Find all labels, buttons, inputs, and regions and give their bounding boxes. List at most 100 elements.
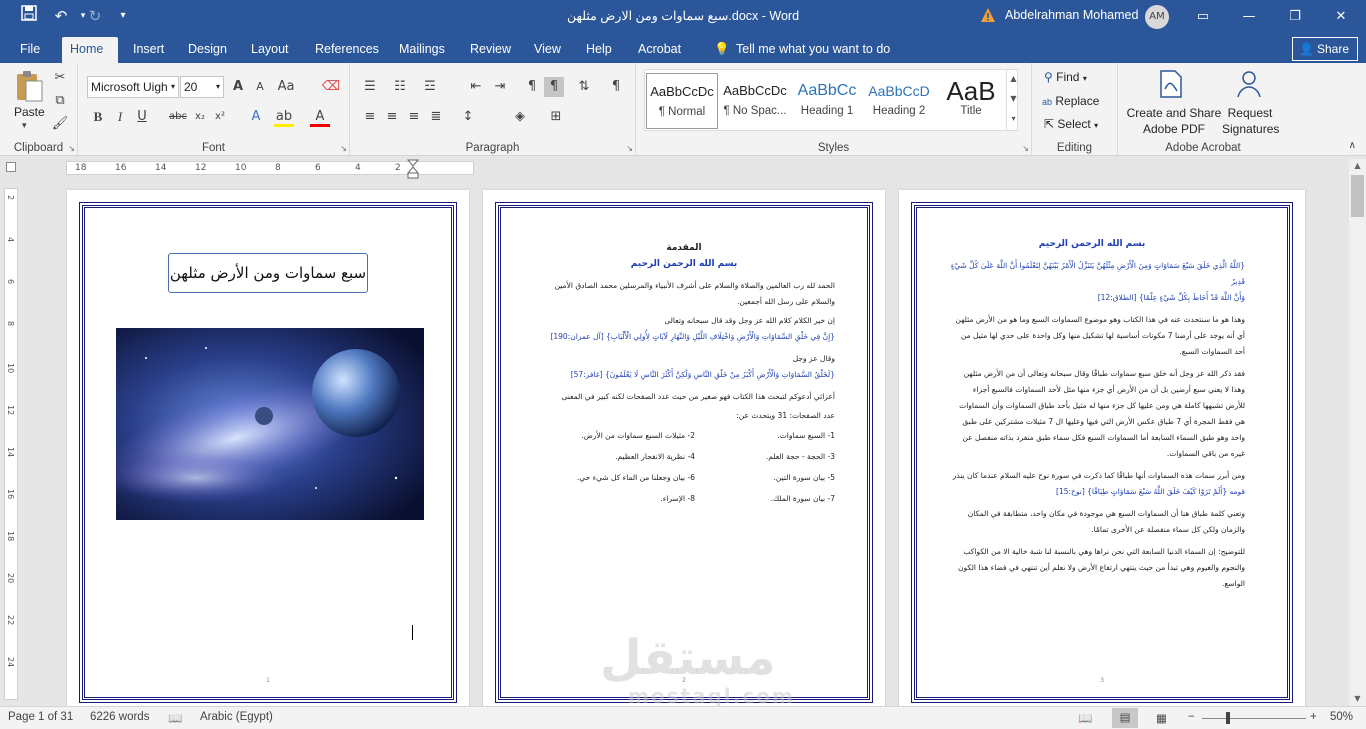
grow-font-icon[interactable]: A (228, 77, 248, 97)
bold-icon[interactable]: B (88, 107, 108, 127)
request-signatures-button[interactable]: Request Signatures (1222, 105, 1279, 137)
text-effects-icon[interactable]: A (246, 107, 266, 127)
style-normal[interactable]: AaBbCcDc ¶ Normal (646, 73, 718, 129)
find-button[interactable]: ⚲ Find ▾ (1044, 70, 1087, 84)
tab-design[interactable]: Design (180, 37, 235, 63)
zoom-slider-handle[interactable] (1226, 712, 1230, 724)
subscript-icon[interactable]: x₂ (190, 107, 210, 127)
paste-dropdown-icon[interactable]: ▾ (22, 121, 27, 131)
minimize-icon[interactable]: — (1226, 0, 1272, 33)
replace-button[interactable]: ab Replace (1042, 94, 1099, 108)
superscript-icon[interactable]: x² (210, 107, 230, 127)
indent-marker-icon[interactable] (407, 159, 419, 179)
tell-me-search[interactable]: Tell me what you want to do (728, 37, 898, 63)
avatar[interactable]: AM (1145, 5, 1169, 29)
format-painter-icon[interactable]: 🖌 (50, 114, 70, 134)
basmala: بسم الله الرحمن الرحيم (630, 259, 738, 269)
strikethrough-icon[interactable]: abc (168, 107, 188, 127)
copy-icon[interactable]: ⧉ (50, 91, 70, 111)
tab-insert[interactable]: Insert (125, 37, 172, 63)
select-button[interactable]: ⇱ Select ▾ (1044, 117, 1098, 131)
italic-icon[interactable]: I (110, 107, 130, 127)
paragraph: والسلام على رسل الله أجمعين. (736, 297, 835, 306)
change-case-icon[interactable]: Aa (276, 77, 296, 97)
vertical-scrollbar[interactable]: ▲ ▼ (1349, 159, 1366, 706)
increase-indent-icon[interactable]: ⇥ (490, 77, 510, 97)
restore-icon[interactable]: ❐ (1272, 0, 1318, 33)
language[interactable]: Arabic (Egypt) (200, 711, 273, 723)
font-size-combo[interactable]: 20 ▾ (180, 76, 224, 98)
share-button[interactable]: 👤 Share (1292, 37, 1358, 61)
close-icon[interactable]: ✕ (1318, 0, 1364, 33)
zoom-level[interactable]: 50% (1330, 711, 1353, 723)
word-count[interactable]: 6226 words (90, 711, 149, 723)
font-launcher-icon[interactable]: ↘ (340, 144, 347, 153)
zoom-out-icon[interactable]: − (1188, 711, 1195, 723)
scroll-thumb[interactable] (1351, 175, 1364, 217)
decrease-indent-icon[interactable]: ⇤ (466, 77, 486, 97)
tab-references[interactable]: References (307, 37, 387, 63)
numbering-icon[interactable]: ☷ (390, 77, 410, 97)
warning-icon[interactable] (980, 7, 996, 23)
paragraph-launcher-icon[interactable]: ↘ (626, 144, 633, 153)
scroll-up-icon[interactable]: ▲ (1349, 159, 1366, 173)
create-pdf-button[interactable]: Create and Share Adobe PDF (1124, 105, 1224, 137)
style-no-spacing[interactable]: AaBbCcDc ¶ No Spac... (719, 73, 791, 129)
style-title[interactable]: AaB Title (935, 73, 1007, 129)
ltr-icon[interactable]: ¶ (522, 77, 542, 97)
paste-button[interactable]: Paste (14, 105, 45, 119)
sort-icon[interactable]: ⇅ (574, 77, 594, 97)
paste-icon[interactable] (12, 69, 46, 103)
line-spacing-icon[interactable]: ↕ (458, 107, 478, 127)
print-layout-icon[interactable]: ▤ (1112, 708, 1138, 728)
styles-scroll[interactable]: ▲ ▼ ▾ (1006, 69, 1020, 131)
styles-launcher-icon[interactable]: ↘ (1022, 144, 1029, 153)
style-heading-2[interactable]: AaBbCcD Heading 2 (863, 73, 935, 129)
style-sample: AaBbCc (797, 82, 857, 99)
clipboard-launcher-icon[interactable]: ↘ (68, 144, 75, 153)
font-name-combo[interactable]: Microsoft Uigh ▾ (87, 76, 179, 98)
ribbon-display-options-icon[interactable]: ▭ (1180, 0, 1226, 33)
tab-selector-icon[interactable] (6, 162, 16, 172)
rtl-icon[interactable]: ¶ (544, 77, 564, 97)
horizontal-ruler[interactable]: 18 16 14 12 10 8 6 4 2 (66, 159, 474, 179)
page-title[interactable]: سبع سماوات ومن الأرض مثلهن (168, 253, 368, 293)
clear-formatting-icon[interactable]: ⌫ (321, 77, 341, 97)
tab-acrobat[interactable]: Acrobat (630, 37, 689, 63)
align-center-icon[interactable]: ≡ (382, 107, 402, 127)
shading-icon[interactable]: ◈ (510, 107, 530, 127)
tab-file[interactable]: File (12, 37, 48, 63)
collapse-ribbon-icon[interactable]: ∧ (1349, 140, 1356, 151)
bullets-icon[interactable]: ☰ (360, 77, 380, 97)
proofing-icon[interactable]: 📖 (168, 711, 182, 725)
zoom-in-icon[interactable]: + (1310, 711, 1317, 723)
read-mode-icon[interactable]: 📖 (1078, 711, 1092, 725)
tab-review[interactable]: Review (462, 37, 519, 63)
multilevel-list-icon[interactable]: ☲ (420, 77, 440, 97)
tab-mailings[interactable]: Mailings (391, 37, 453, 63)
cut-icon[interactable]: ✂ (50, 68, 70, 88)
highlight-icon[interactable]: ab (274, 107, 294, 127)
align-left-icon[interactable]: ≡ (360, 107, 380, 127)
borders-icon[interactable]: ⊞ (546, 107, 566, 127)
align-right-icon[interactable]: ≡ (404, 107, 424, 127)
user-name[interactable]: Abdelrahman Mohamed (1005, 8, 1138, 22)
scroll-down-icon[interactable]: ▼ (1349, 692, 1366, 706)
tab-help[interactable]: Help (578, 37, 620, 63)
tab-layout[interactable]: Layout (243, 37, 297, 63)
style-heading-1[interactable]: AaBbCc Heading 1 (791, 73, 863, 129)
font-color-icon[interactable]: A (310, 107, 330, 127)
tab-view[interactable]: View (526, 37, 569, 63)
vertical-ruler[interactable]: 2 4 6 8 10 12 14 16 18 20 22 24 (4, 188, 18, 700)
space-image[interactable] (116, 328, 424, 520)
page-1[interactable]: سبع سماوات ومن الأرض مثلهن 1 (67, 190, 469, 710)
justify-icon[interactable]: ≣ (426, 107, 446, 127)
page-count[interactable]: Page 1 of 31 (8, 711, 73, 723)
tab-home[interactable]: Home (62, 37, 118, 63)
zoom-slider[interactable] (1202, 718, 1306, 719)
underline-icon[interactable]: U (132, 107, 152, 127)
show-formatting-icon[interactable]: ¶ (606, 77, 626, 97)
web-layout-icon[interactable]: ▦ (1156, 711, 1167, 725)
shrink-font-icon[interactable]: A (250, 77, 270, 97)
page-3[interactable]: بسم الله الرحمن الرحيم {اللَّهُ الَّذِي … (899, 190, 1305, 710)
